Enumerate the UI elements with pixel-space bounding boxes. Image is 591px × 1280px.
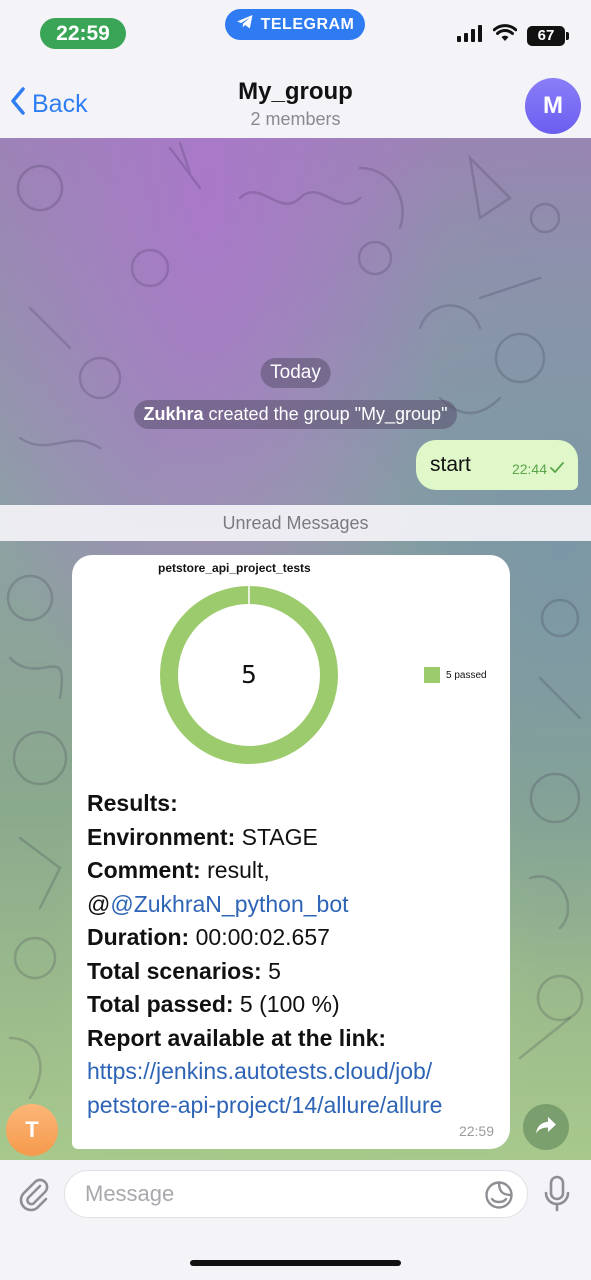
date-separator: Today xyxy=(260,358,331,388)
chart-legend: 5 passed xyxy=(424,667,487,683)
result-line: Environment: STAGE xyxy=(87,823,318,850)
sticker-button[interactable] xyxy=(484,1180,514,1215)
message-time: 22:59 xyxy=(458,1123,494,1139)
result-line: Total passed: 5 (100 %) xyxy=(87,991,340,1017)
app-label: TELEGRAM xyxy=(260,15,355,33)
sender-avatar[interactable]: T xyxy=(6,1104,58,1156)
chat-title[interactable]: My_group xyxy=(0,78,591,106)
service-message: Zukhra created the group "My_group" xyxy=(133,400,458,429)
legend-swatch xyxy=(424,667,440,683)
report-link-line: petstore-api-project/14/allure/allure xyxy=(87,1089,500,1123)
result-line: Total scenarios: 5 xyxy=(87,957,281,984)
outgoing-message[interactable]: start 22:44 xyxy=(416,440,578,490)
telegram-icon xyxy=(236,14,254,35)
result-line: Duration: 00:00:02.657 xyxy=(87,924,330,950)
result-line: Comment: result, xyxy=(87,857,270,883)
avatar-letter: M xyxy=(543,92,563,119)
signal-icon xyxy=(457,24,483,47)
chart-center-label: 5 xyxy=(241,660,257,689)
status-time[interactable]: 22:59 xyxy=(40,18,126,49)
chat-header: Back My_group 2 members M xyxy=(0,66,591,138)
composer xyxy=(0,1160,591,1280)
service-text: created the group "My_group" xyxy=(203,404,448,424)
voice-message-button[interactable] xyxy=(542,1174,572,1219)
share-button[interactable] xyxy=(523,1104,569,1150)
attach-button[interactable] xyxy=(16,1176,52,1217)
message-body: Results: Environment: STAGE Comment: res… xyxy=(87,787,500,1122)
message-input[interactable] xyxy=(64,1170,528,1218)
wifi-icon xyxy=(492,24,518,47)
microphone-icon xyxy=(542,1175,572,1218)
incoming-message[interactable]: petstore_api_project_tests 5 5 passed Re… xyxy=(72,555,510,1149)
result-line: @@ZukhraN_python_bot xyxy=(87,890,349,917)
status-bar: 22:59 TELEGRAM 67 xyxy=(0,0,591,66)
paperclip-icon xyxy=(16,1178,52,1216)
sticker-icon xyxy=(484,1181,514,1214)
message-text: start xyxy=(430,453,471,476)
bot-mention-link[interactable]: @ZukhraN_python_bot xyxy=(110,891,348,917)
avatar-letter: T xyxy=(25,1117,39,1142)
legend-label: 5 passed xyxy=(446,669,487,681)
report-link[interactable]: petstore-api-project/14/allure/allure xyxy=(87,1092,442,1118)
return-to-app-pill[interactable]: TELEGRAM xyxy=(225,9,365,40)
group-avatar[interactable]: M xyxy=(525,78,581,134)
checkmark-icon xyxy=(550,461,564,477)
unread-messages-separator: Unread Messages xyxy=(0,505,591,541)
home-indicator[interactable] xyxy=(190,1260,401,1266)
chart-title: petstore_api_project_tests xyxy=(158,561,311,575)
message-meta: 22:44 xyxy=(512,453,564,477)
report-link-line: https://jenkins.autotests.cloud/job/ xyxy=(87,1055,500,1089)
battery-level: 67 xyxy=(537,27,555,44)
result-line: Results: xyxy=(87,790,178,816)
share-arrow-icon xyxy=(535,1115,557,1140)
service-author[interactable]: Zukhra xyxy=(144,404,204,424)
battery-icon: 67 xyxy=(527,25,569,46)
chat-area[interactable]: Today Zukhra created the group "My_group… xyxy=(0,138,591,1160)
message-time: 22:44 xyxy=(511,461,547,477)
report-link[interactable]: https://jenkins.autotests.cloud/job/ xyxy=(87,1058,432,1084)
chat-subtitle: 2 members xyxy=(250,109,341,129)
status-icons: 67 xyxy=(457,24,569,47)
result-line: Report available at the link: xyxy=(87,1024,387,1051)
